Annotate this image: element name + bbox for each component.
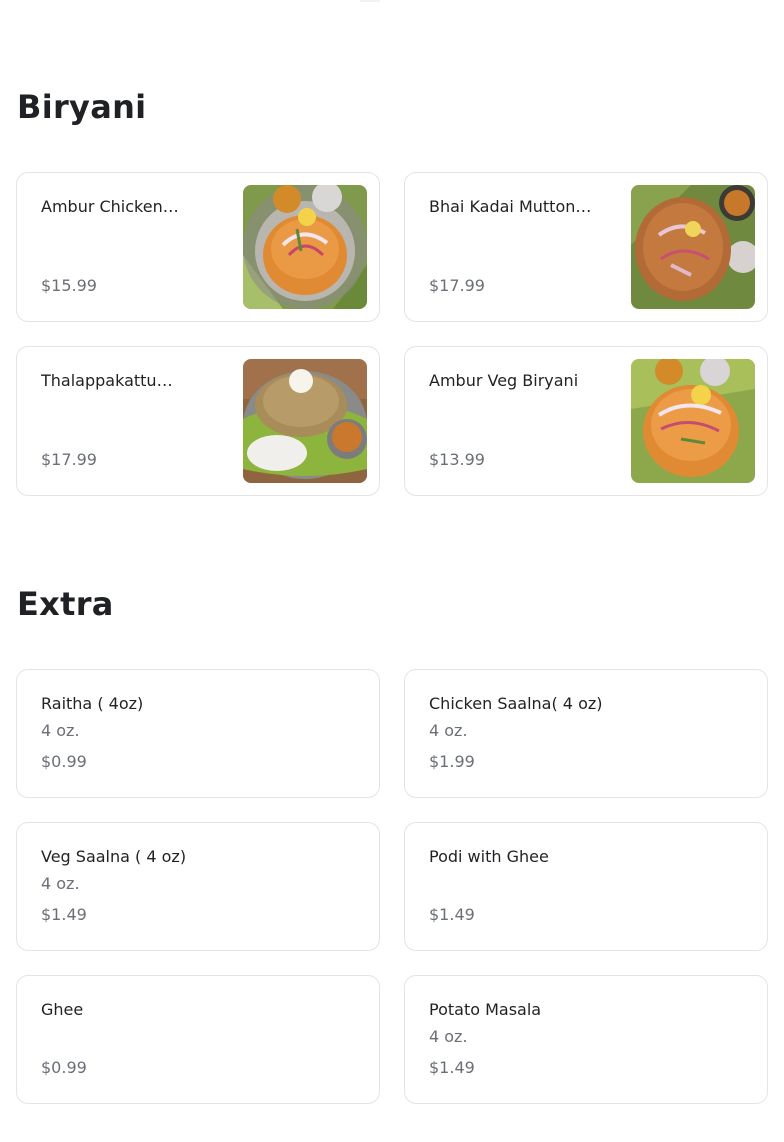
item-name: Ambur Veg Biryani bbox=[429, 371, 579, 390]
menu-item-card[interactable]: Ghee $0.99 bbox=[16, 975, 380, 1104]
menu-item-card[interactable]: Chicken Saalna( 4 oz) 4 oz. $1.99 bbox=[404, 669, 768, 798]
section-title-extra: Extra bbox=[17, 585, 114, 623]
menu-item-card[interactable]: Bhai Kadai Mutton… $17.99 bbox=[404, 172, 768, 322]
item-price: $17.99 bbox=[41, 450, 97, 469]
menu-item-card[interactable]: Potato Masala 4 oz. $1.49 bbox=[404, 975, 768, 1104]
item-price: $17.99 bbox=[429, 276, 485, 295]
item-description: 4 oz. bbox=[429, 1027, 468, 1046]
item-name: Podi with Ghee bbox=[429, 847, 549, 866]
item-price: $1.99 bbox=[429, 752, 475, 771]
item-price: $1.49 bbox=[429, 1058, 475, 1077]
item-price: $0.99 bbox=[41, 752, 87, 771]
item-name: Potato Masala bbox=[429, 1000, 542, 1019]
menu-item-card[interactable]: Ambur Chicken… $15.99 bbox=[16, 172, 380, 322]
menu-item-card[interactable]: Thalappakattu… $17.99 bbox=[16, 346, 380, 496]
item-name: Veg Saalna ( 4 oz) bbox=[41, 847, 187, 866]
item-price: $1.49 bbox=[429, 905, 475, 924]
item-price: $1.49 bbox=[41, 905, 87, 924]
item-name: Chicken Saalna( 4 oz) bbox=[429, 694, 603, 713]
item-description: 4 oz. bbox=[429, 721, 468, 740]
item-description: 4 oz. bbox=[41, 721, 80, 740]
top-divider bbox=[360, 0, 380, 2]
item-price: $13.99 bbox=[429, 450, 485, 469]
item-name: Thalappakattu… bbox=[41, 371, 173, 390]
menu-item-card[interactable]: Raitha ( 4oz) 4 oz. $0.99 bbox=[16, 669, 380, 798]
ambur-veg-biryani-photo bbox=[631, 359, 755, 483]
menu-item-card[interactable]: Veg Saalna ( 4 oz) 4 oz. $1.49 bbox=[16, 822, 380, 951]
thalappakattu-biryani-photo bbox=[243, 359, 367, 483]
item-price: $0.99 bbox=[41, 1058, 87, 1077]
ambur-chicken-biryani-photo bbox=[243, 185, 367, 309]
item-name: Raitha ( 4oz) bbox=[41, 694, 144, 713]
menu-item-card[interactable]: Podi with Ghee $1.49 bbox=[404, 822, 768, 951]
item-description: 4 oz. bbox=[41, 874, 80, 893]
item-name: Ambur Chicken… bbox=[41, 197, 179, 216]
item-name: Bhai Kadai Mutton… bbox=[429, 197, 592, 216]
section-title-biryani: Biryani bbox=[17, 88, 147, 126]
menu-page: Biryani Ambur Chicken… $15.99 Bhai Kadai… bbox=[0, 0, 784, 1142]
item-name: Ghee bbox=[41, 1000, 84, 1019]
bhai-kadai-mutton-biryani-photo bbox=[631, 185, 755, 309]
menu-item-card[interactable]: Ambur Veg Biryani $13.99 bbox=[404, 346, 768, 496]
item-price: $15.99 bbox=[41, 276, 97, 295]
